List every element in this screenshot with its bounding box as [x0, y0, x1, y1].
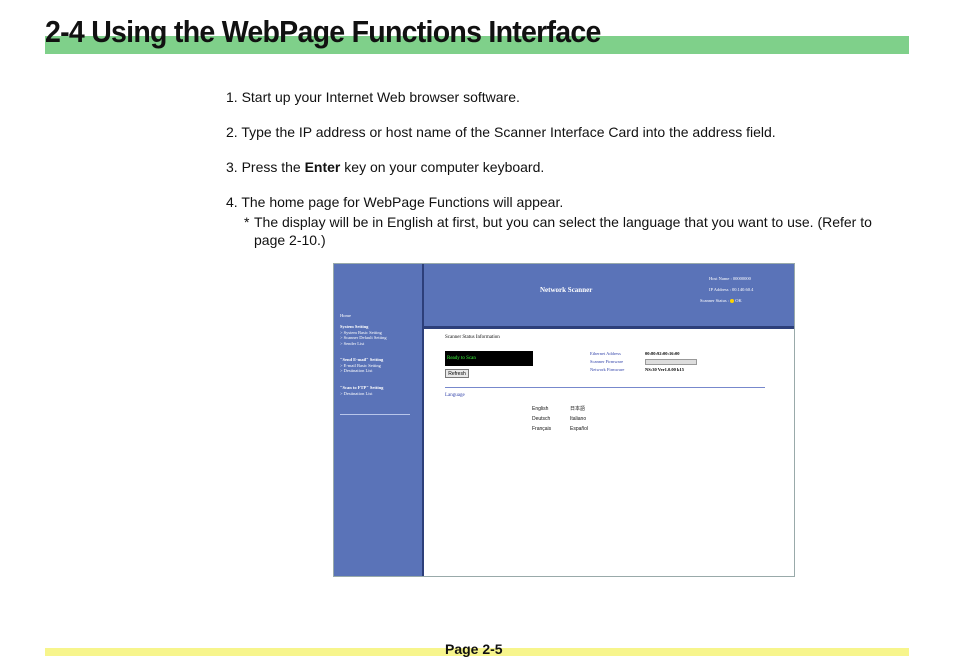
sidebar-item-email-destinations[interactable]: > Destination List: [340, 368, 383, 374]
network-fw-value: NS:30 Ver1.0.00 k15: [645, 367, 685, 372]
status-display: Ready to Scan: [445, 351, 533, 366]
section-title: Scanner Status Information: [445, 335, 500, 340]
page-title: 2-4 Using the WebPage Functions Interfac…: [45, 14, 601, 49]
step-2: 2. Type the IP address or host name of t…: [226, 124, 776, 140]
host-value: 00000000: [732, 276, 751, 281]
step-1: 1. Start up your Internet Web browser so…: [226, 89, 520, 105]
ip-row: IP Address : 00.140.60.4: [709, 287, 753, 292]
scanner-fw-label: Scanner Firmware: [590, 359, 624, 365]
network-fw-row: Network Firmware NS:30 Ver1.0.00 k15: [590, 367, 684, 372]
lang-english[interactable]: English: [532, 404, 570, 414]
step-3-post: key on your computer keyboard.: [340, 159, 545, 175]
sidebar-email-group: "Send E-mail" Setting > E-mail Basic Set…: [340, 357, 383, 374]
lang-deutsch[interactable]: Deutsch: [532, 414, 570, 424]
host-label: Host Name :: [709, 276, 732, 281]
ip-value: 00.140.60.4: [731, 287, 754, 292]
main-divider: [445, 387, 765, 388]
sidebar-item-sender-list[interactable]: > Sender List: [340, 341, 387, 347]
sidebar-ftp-group: "Scan to FTP" Setting > Destination List: [340, 385, 383, 396]
language-label: Language: [445, 393, 465, 398]
status-value: OK: [735, 298, 742, 303]
note-star: *: [244, 214, 250, 230]
screenshot-sidebar: Home System Setting > System Basic Setti…: [334, 264, 424, 576]
sidebar-system-group: System Setting > System Basic Setting > …: [340, 324, 387, 346]
steps-list: 1. Start up your Internet Web browser so…: [226, 88, 906, 249]
lang-espanol[interactable]: Español: [570, 424, 608, 434]
screenshot-banner: Network Scanner Host Name : 00000000 IP …: [424, 264, 794, 329]
step-3: 3. Press the Enter key on your computer …: [226, 158, 906, 176]
lang-japanese[interactable]: 日本語: [570, 404, 608, 414]
sidebar-item-ftp-destinations[interactable]: > Destination List: [340, 391, 383, 397]
ethernet-label: Ethernet Address: [590, 351, 621, 356]
sidebar-home[interactable]: Home: [340, 313, 351, 319]
sidebar-item-scanner-default[interactable]: > Scanner Default Setting: [340, 335, 387, 341]
status-label: Scanner Status :: [700, 298, 729, 303]
host-name-row: Host Name : 00000000: [709, 276, 751, 281]
scanner-fw-value: [645, 359, 697, 365]
language-list: English Deutsch Français 日本語 Italiano Es…: [532, 404, 608, 434]
lang-francais[interactable]: Français: [532, 424, 570, 434]
step-4: 4. The home page for WebPage Functions w…: [226, 194, 564, 210]
ethernet-value: 00:80:92:00:16:00: [645, 351, 680, 356]
sidebar-send-email[interactable]: "Send E-mail" Setting: [340, 357, 383, 363]
network-fw-label: Network Firmware: [590, 367, 625, 372]
banner-title: Network Scanner: [540, 286, 593, 294]
ip-label: IP Address :: [709, 287, 731, 292]
sidebar-divider: [340, 414, 410, 415]
sidebar-scan-ftp[interactable]: "Scan to FTP" Setting: [340, 385, 383, 391]
ethernet-row: Ethernet Address 00:80:92:00:16:00: [590, 351, 680, 356]
page-number: Page 2-5: [445, 641, 503, 657]
screenshot-main: Scanner Status Information Ready to Scan…: [424, 329, 794, 576]
status-dot-icon: [730, 298, 735, 303]
enter-key: Enter: [304, 159, 341, 175]
note-text: The display will be in English at first,…: [254, 214, 872, 248]
lang-italiano[interactable]: Italiano: [570, 414, 608, 424]
step-3-pre: 3. Press the: [226, 159, 305, 175]
note: * The display will be in English at first…: [226, 213, 906, 249]
webpage-screenshot: Home System Setting > System Basic Setti…: [333, 263, 795, 577]
scanner-fw-row: Scanner Firmware: [590, 359, 697, 365]
refresh-button[interactable]: Refresh: [445, 369, 469, 378]
scanner-status-row: Scanner Status : OK: [700, 298, 742, 303]
